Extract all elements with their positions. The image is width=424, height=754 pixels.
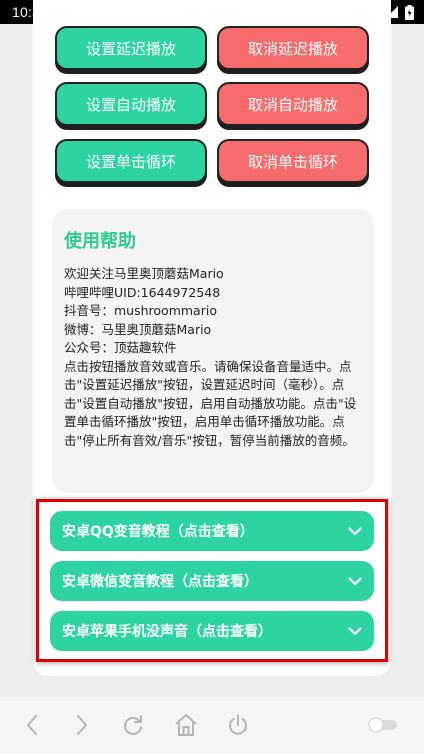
accordion-label: 安卓QQ变音教程（点击查看）: [62, 524, 254, 540]
refresh-button[interactable]: [119, 711, 147, 739]
toggle-switch[interactable]: [366, 711, 400, 739]
help-line: 公众号：顶菇趣软件: [64, 340, 177, 355]
back-button[interactable]: [18, 711, 46, 739]
set-delay-button[interactable]: 设置延迟播放: [55, 26, 207, 70]
help-line: 抖音号：mushroommario: [64, 303, 217, 318]
help-title: 使用帮助: [64, 231, 136, 252]
help-box: 使用帮助 欢迎关注马里奥顶蘑菇Mario 哔哩哔哩UID:1644972548 …: [52, 209, 374, 493]
set-auto-button[interactable]: 设置自动播放: [55, 82, 207, 126]
forward-button[interactable]: [68, 711, 96, 739]
set-loop-button[interactable]: 设置单击循环: [55, 139, 207, 183]
battery-icon: [405, 4, 414, 20]
help-line: 欢迎关注马里奥顶蘑菇Mario: [64, 266, 224, 281]
chevron-down-icon: [348, 526, 362, 535]
help-line: 微博：马里奥顶蘑菇Mario: [64, 321, 212, 337]
power-icon: [229, 714, 247, 735]
cancel-delay-button[interactable]: 取消延迟播放: [217, 26, 369, 70]
accordion-qq-voice[interactable]: 安卓QQ变音教程（点击查看）: [50, 511, 374, 551]
forward-icon: [77, 715, 87, 735]
back-icon: [27, 715, 37, 735]
chevron-down-icon: [348, 576, 362, 585]
help-instructions: 点击按钮播放音效或音乐。请确保设备音量适中。点击"设置延迟播放"按钮，设置延迟时…: [64, 358, 357, 448]
help-line: 哔哩哔哩UID:1644972548: [64, 284, 221, 300]
chevron-down-icon: [348, 626, 362, 635]
accordion-no-sound[interactable]: 安卓苹果手机没声音（点击查看）: [50, 611, 374, 651]
accordion-label: 安卓微信变音教程（点击查看）: [62, 574, 258, 590]
browser-nav-bar: [0, 697, 424, 754]
home-button[interactable]: [172, 711, 200, 739]
cancel-loop-button[interactable]: 取消单击循环: [217, 139, 369, 183]
power-button[interactable]: [224, 711, 252, 739]
refresh-icon: [124, 715, 142, 735]
home-icon: [175, 714, 197, 736]
accordion-wechat-voice[interactable]: 安卓微信变音教程（点击查看）: [50, 561, 374, 601]
accordion-label: 安卓苹果手机没声音（点击查看）: [62, 624, 272, 640]
toggle-icon: [368, 717, 397, 733]
cancel-auto-button[interactable]: 取消自动播放: [217, 82, 369, 126]
